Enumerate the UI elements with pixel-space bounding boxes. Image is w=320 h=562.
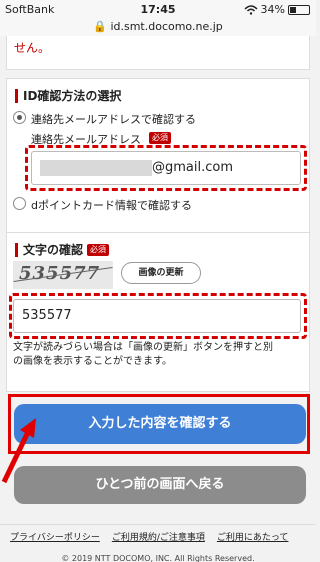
copyright: © 2019 NTT DOCOMO, INC. All Rights Reser… xyxy=(61,554,255,562)
page-content: せん。 ID確認方法の選択 連絡先メールアドレスで確認する 連絡先メールアドレス… xyxy=(0,36,316,562)
option-dpoint-label: dポイントカード情報で確認する xyxy=(31,199,192,212)
captcha-image: 535577 xyxy=(13,261,113,289)
radio-email[interactable] xyxy=(13,111,26,124)
footer-links: プライバシーポリシー ご利用規約/ご注意事項 ご利用にあたって xyxy=(0,530,316,543)
top-note-text: せん。 xyxy=(14,40,304,57)
radio-dpoint[interactable] xyxy=(13,197,26,210)
required-badge: 必須 xyxy=(87,244,109,256)
lock-icon: 🔒 xyxy=(93,20,107,33)
captcha-help-line2: の画像を表示することができます。 xyxy=(13,356,172,367)
status-bar: SoftBank 17:45 34% xyxy=(0,0,316,20)
id-method-card: ID確認方法の選択 連絡先メールアドレスで確認する 連絡先メールアドレス 必須 … xyxy=(6,78,310,258)
captcha-title-text: 文字の確認 xyxy=(23,243,84,257)
captcha-card: 文字の確認 必須 535577 画像の更新 535577 文字が読みづらい場合は… xyxy=(6,232,310,392)
footer-divider xyxy=(0,524,316,525)
id-section-title: ID確認方法の選択 xyxy=(15,89,121,103)
url-bar[interactable]: 🔒 id.smt.docomo.ne.jp xyxy=(0,20,316,36)
refresh-image-button[interactable]: 画像の更新 xyxy=(121,262,201,284)
back-button[interactable]: ひとつ前の画面へ戻る xyxy=(14,466,306,504)
captcha-help: 文字が読みづらい場合は「画像の更新」ボタンを押すと別 の画像を表示することができ… xyxy=(13,341,307,369)
battery-percent: 34% xyxy=(260,3,285,16)
option-email-label: 連絡先メールアドレスで確認する xyxy=(31,113,196,126)
highlight-confirm-button xyxy=(8,394,310,454)
footer-link-terms[interactable]: ご利用規約/ご注意事項 xyxy=(112,530,205,543)
url-text: id.smt.docomo.ne.jp xyxy=(110,20,223,33)
highlight-captcha-field xyxy=(9,293,307,339)
captcha-help-line1: 文字が読みづらい場合は「画像の更新」ボタンを押すと別 xyxy=(13,342,273,353)
footer-link-usage[interactable]: ご利用にあたって xyxy=(217,530,289,543)
battery-icon xyxy=(288,4,310,15)
status-right: 34% xyxy=(244,3,310,16)
captcha-section-title: 文字の確認 xyxy=(15,243,83,257)
required-badge: 必須 xyxy=(149,132,171,144)
wifi-icon xyxy=(244,4,258,15)
footer-link-privacy[interactable]: プライバシーポリシー xyxy=(10,530,100,543)
highlight-email-field xyxy=(25,145,307,191)
